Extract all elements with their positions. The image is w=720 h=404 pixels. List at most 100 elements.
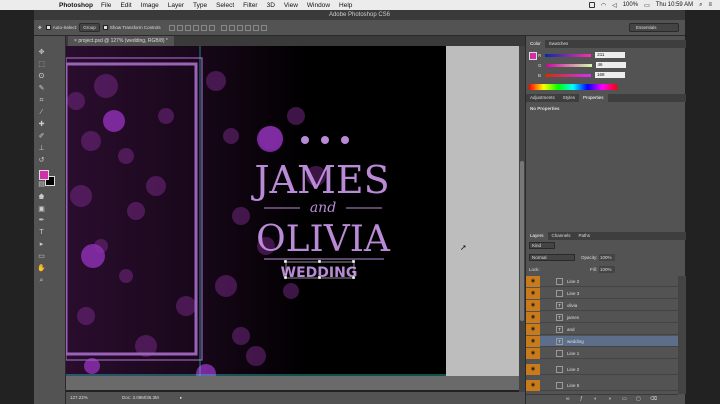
blue-slider[interactable] xyxy=(545,73,592,77)
app-menu[interactable]: Photoshop xyxy=(59,2,93,9)
distribute-right-icon[interactable] xyxy=(260,24,267,31)
menu-filter[interactable]: Filter xyxy=(243,2,257,9)
blend-mode-dropdown[interactable]: Normal xyxy=(529,254,575,261)
foreground-color-swatch[interactable] xyxy=(39,170,49,180)
tab-paths[interactable]: Paths xyxy=(575,232,595,240)
tab-layers[interactable]: Layers xyxy=(526,232,548,240)
blue-value[interactable]: 168 xyxy=(595,72,626,78)
mask-icon[interactable]: ◐ xyxy=(594,396,597,402)
distribute-hcenter-icon[interactable] xyxy=(252,24,259,31)
color-fg-swatch[interactable] xyxy=(529,52,537,60)
distribute-top-icon[interactable] xyxy=(220,24,227,31)
quick-select-tool-icon[interactable]: ✎ xyxy=(37,84,46,93)
tab-adjustments[interactable]: Adjustments xyxy=(526,94,559,102)
layer-row[interactable]: ◉ Line 1 xyxy=(526,348,678,359)
layer-row[interactable]: ◉ Tjames xyxy=(526,312,678,323)
layers-scrollbar[interactable] xyxy=(678,276,686,394)
close-tab-icon[interactable]: × xyxy=(74,38,77,44)
visibility-eye-icon[interactable]: ◉ xyxy=(526,364,540,375)
show-transform-checkbox[interactable] xyxy=(102,25,108,30)
battery-icon[interactable]: ▭ xyxy=(644,2,650,9)
layer-filter-dropdown[interactable]: Kind xyxy=(529,242,555,249)
visibility-eye-icon[interactable]: ◉ xyxy=(526,336,540,347)
status-icon[interactable] xyxy=(588,2,595,8)
distribute-vcenter-icon[interactable] xyxy=(228,24,235,31)
visibility-eye-icon[interactable]: ◉ xyxy=(526,288,540,299)
eyedropper-tool-icon[interactable]: ⁄ xyxy=(37,108,46,117)
tab-channels[interactable]: Channels xyxy=(548,232,575,240)
document-tab[interactable]: × project.psd @ 127% (wedding, RGB/8) * xyxy=(68,36,174,46)
zoom-tool-icon[interactable]: ⌕ xyxy=(37,276,46,285)
distribute-left-icon[interactable] xyxy=(244,24,251,31)
type-tool-icon[interactable]: T xyxy=(37,228,46,237)
menu-edit[interactable]: Edit xyxy=(120,2,131,9)
menu-type[interactable]: Type xyxy=(193,2,207,9)
text-olivia[interactable]: OLIVIA xyxy=(256,219,391,260)
visibility-eye-icon[interactable]: ◉ xyxy=(526,276,540,287)
zoom-level[interactable]: 127.22% xyxy=(70,392,88,404)
menu-3d[interactable]: 3D xyxy=(267,2,275,9)
text-james[interactable]: JAMES xyxy=(250,158,389,202)
clone-tool-icon[interactable]: ⊥ xyxy=(37,144,46,153)
tab-swatches[interactable]: Swatches xyxy=(545,40,573,48)
marquee-tool-icon[interactable]: ⬚ xyxy=(37,60,46,69)
align-left-icon[interactable] xyxy=(192,24,199,31)
menu-select[interactable]: Select xyxy=(216,2,234,9)
move-tool-icon[interactable]: ✥ xyxy=(38,25,42,31)
document-canvas[interactable]: JAMES and OLIVIA WEDDING xyxy=(66,46,446,376)
notification-icon[interactable]: ≡ xyxy=(708,2,712,8)
menu-image[interactable]: Image xyxy=(141,2,159,9)
healing-tool-icon[interactable]: ✚ xyxy=(37,120,46,129)
visibility-eye-icon[interactable]: ◉ xyxy=(526,380,540,391)
align-hcenter-icon[interactable] xyxy=(200,24,207,31)
crop-tool-icon[interactable]: ⌗ xyxy=(37,96,46,105)
fx-icon[interactable]: ƒ xyxy=(580,396,583,402)
wifi-icon[interactable]: ◠ xyxy=(601,2,606,9)
layer-row[interactable]: ◉ Tand xyxy=(526,324,678,335)
layer-row-selected[interactable]: ◉ Twedding xyxy=(526,336,678,347)
group-folder-icon[interactable]: ▭ xyxy=(622,396,627,402)
pen-tool-icon[interactable]: ✒ xyxy=(37,216,46,225)
trash-icon[interactable]: ⌫ xyxy=(650,396,657,402)
move-tool-icon[interactable]: ✥ xyxy=(37,48,46,57)
visibility-eye-icon[interactable]: ◉ xyxy=(526,300,540,311)
tab-styles[interactable]: Styles xyxy=(559,94,579,102)
menu-help[interactable]: Help xyxy=(339,2,352,9)
workspace-dropdown[interactable]: Essentials xyxy=(629,23,679,32)
menu-layer[interactable]: Layer xyxy=(168,2,184,9)
layer-row[interactable]: ◉ Line 3 xyxy=(526,288,678,299)
align-vcenter-icon[interactable] xyxy=(176,24,183,31)
hand-tool-icon[interactable]: ✋ xyxy=(37,264,46,273)
visibility-eye-icon[interactable]: ◉ xyxy=(526,324,540,335)
lasso-tool-icon[interactable]: ʘ xyxy=(37,72,46,81)
new-layer-icon[interactable]: ▢ xyxy=(636,396,641,402)
search-icon[interactable]: ⌕ xyxy=(699,2,702,9)
volume-icon[interactable]: ◁ xyxy=(612,2,617,9)
red-value[interactable]: 211 xyxy=(595,52,626,58)
opacity-value[interactable]: 100% xyxy=(599,254,615,261)
status-menu-arrow-icon[interactable]: ▸ xyxy=(180,392,182,404)
layer-row[interactable]: ◉ Line 2 xyxy=(526,276,678,287)
screen-mode-icon[interactable]: ▣ xyxy=(37,205,46,214)
path-select-tool-icon[interactable]: ▸ xyxy=(37,240,46,249)
battery-percent[interactable]: 100% xyxy=(623,2,638,8)
brush-tool-icon[interactable]: ✐ xyxy=(37,132,46,141)
doc-size[interactable]: Doc: 3.09M/36.3M xyxy=(122,392,159,404)
red-slider[interactable] xyxy=(545,53,592,57)
quick-mask-icon[interactable]: ◙ xyxy=(37,193,46,202)
menu-file[interactable]: File xyxy=(101,2,111,9)
green-value[interactable]: 46 xyxy=(595,62,626,68)
visibility-eye-icon[interactable]: ◉ xyxy=(526,312,540,323)
green-slider[interactable] xyxy=(545,63,592,67)
menu-window[interactable]: Window xyxy=(307,2,330,9)
auto-select-dropdown[interactable]: Group xyxy=(79,23,100,32)
fill-value[interactable]: 100% xyxy=(599,266,615,273)
vertical-scroll-thumb[interactable] xyxy=(520,161,524,321)
link-layers-icon[interactable]: ∞ xyxy=(566,396,570,402)
history-brush-tool-icon[interactable]: ↺ xyxy=(37,156,46,165)
align-top-icon[interactable] xyxy=(168,24,175,31)
visibility-eye-icon[interactable]: ◉ xyxy=(526,348,540,359)
tab-properties[interactable]: Properties xyxy=(579,94,608,102)
layer-row[interactable]: ◉ Tolivia xyxy=(526,300,678,311)
shape-tool-icon[interactable]: ▭ xyxy=(37,252,46,261)
